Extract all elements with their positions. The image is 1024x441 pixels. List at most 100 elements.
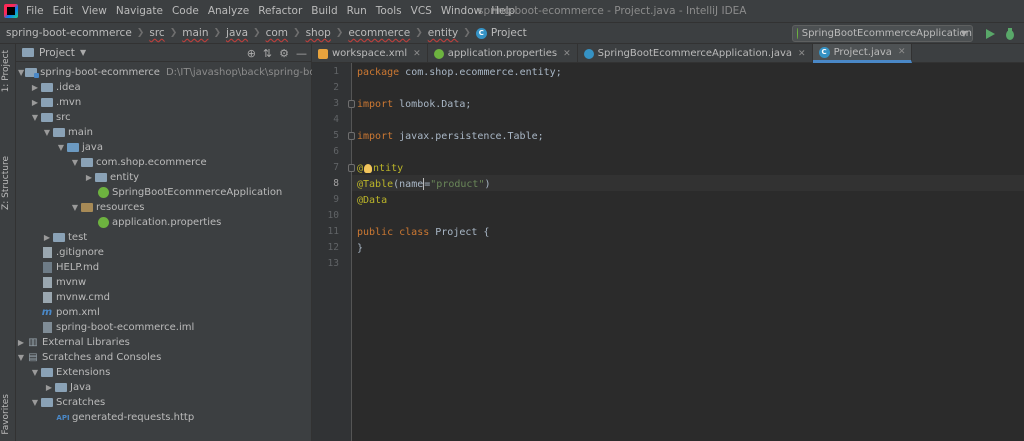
breadcrumb-item-entity[interactable]: entity ❯	[428, 27, 476, 39]
menu-code[interactable]: Code	[172, 5, 199, 17]
hide-icon[interactable]: —	[296, 47, 307, 60]
menu-refactor[interactable]: Refactor	[258, 5, 302, 17]
tree-item-label: Extensions	[56, 367, 111, 378]
tab-spring-boot-application[interactable]: SpringBootEcommerceApplication.java ✕	[578, 44, 813, 63]
tab-project-java[interactable]: C Project.java ✕	[812, 44, 913, 63]
collapse-arrow-icon[interactable]: ▶	[44, 383, 54, 392]
tree-item-pom-xml[interactable]: m pom.xml	[16, 305, 312, 320]
expand-arrow-icon[interactable]: ▼	[18, 68, 24, 77]
tool-tab-favorites[interactable]: Favorites	[1, 394, 11, 435]
expand-arrow-icon[interactable]: ▼	[56, 143, 66, 152]
menu-edit[interactable]: Edit	[53, 5, 73, 17]
tab-application-properties[interactable]: application.properties ✕	[428, 44, 578, 63]
close-icon[interactable]: ✕	[563, 49, 571, 59]
tree-item-application-properties[interactable]: application.properties	[16, 215, 312, 230]
menu-build[interactable]: Build	[311, 5, 337, 17]
menu-file[interactable]: File	[26, 5, 44, 17]
tree-item-iml[interactable]: spring-boot-ecommerce.iml	[16, 320, 312, 335]
fold-marker-icon[interactable]	[348, 100, 355, 108]
tree-item-label: generated-requests.http	[72, 412, 195, 423]
menu-run[interactable]: Run	[347, 5, 367, 17]
code-editor[interactable]: package com.shop.ecommerce.entity; impor…	[357, 63, 1024, 441]
expand-arrow-icon[interactable]: ▼	[30, 398, 40, 407]
collapse-arrow-icon[interactable]: ▶	[16, 338, 26, 347]
tree-item-help-md[interactable]: HELP.md	[16, 260, 312, 275]
breadcrumb-item-com[interactable]: com ❯	[266, 27, 306, 39]
tree-item-java[interactable]: ▼ java	[16, 140, 312, 155]
tree-item-mvn[interactable]: ▶ .mvn	[16, 95, 312, 110]
tree-item-gitignore[interactable]: .gitignore	[16, 245, 312, 260]
tree-item-application-class[interactable]: SpringBootEcommerceApplication	[16, 185, 312, 200]
collapse-all-icon[interactable]: ⇅	[263, 47, 272, 60]
debug-icon[interactable]	[1003, 27, 1017, 41]
tree-item-label: pom.xml	[56, 307, 100, 318]
line-number: 9	[333, 194, 339, 205]
editor-gutter: 1 2 3 4 5 6 7 8 9 10 11 12 13	[312, 63, 352, 441]
expand-arrow-icon[interactable]: ▼	[42, 128, 52, 137]
breadcrumb-item-shop[interactable]: shop ❯	[306, 27, 349, 39]
gear-icon[interactable]: ⚙	[279, 47, 289, 60]
file-icon	[42, 247, 52, 258]
tree-item-resources[interactable]: ▼ resources	[16, 200, 312, 215]
breadcrumb-label: spring-boot-ecommerce	[6, 27, 132, 39]
tree-item-external-libraries[interactable]: ▶ ▥ External Libraries	[16, 335, 312, 350]
breadcrumb-item-class[interactable]: C Project	[475, 27, 527, 39]
tree-item-root[interactable]: ▼ spring-boot-ecommerce D:\IT\javashop\b…	[16, 65, 347, 80]
tree-item-extensions[interactable]: ▼ Extensions	[16, 365, 312, 380]
tree-item-scratches-consoles[interactable]: ▼ ▤ Scratches and Consoles	[16, 350, 312, 365]
close-icon[interactable]: ✕	[413, 49, 421, 59]
breadcrumb-item-java[interactable]: java ❯	[226, 27, 266, 39]
breadcrumb-item-ecommerce[interactable]: ecommerce ❯	[348, 27, 427, 39]
tree-item-mvnw-cmd[interactable]: mvnw.cmd	[16, 290, 312, 305]
menu-window[interactable]: Window	[441, 5, 482, 17]
close-icon[interactable]: ✕	[898, 47, 906, 57]
expand-arrow-icon[interactable]: ▼	[70, 203, 80, 212]
fold-marker-icon[interactable]	[348, 132, 355, 140]
tree-item-generated-requests[interactable]: API generated-requests.http	[16, 410, 312, 425]
folder-icon	[41, 398, 53, 407]
chevron-down-icon[interactable]: ▼	[80, 48, 86, 57]
tab-workspace-xml[interactable]: workspace.xml ✕	[312, 44, 428, 63]
tree-item-mvnw[interactable]: mvnw	[16, 275, 312, 290]
tool-tab-project[interactable]: 1: Project	[1, 50, 11, 92]
tree-item-package[interactable]: ▼ com.shop.ecommerce	[16, 155, 312, 170]
collapse-arrow-icon[interactable]: ▶	[30, 98, 40, 107]
locate-icon[interactable]: ⊕	[247, 47, 256, 60]
lightbulb-icon[interactable]	[364, 163, 373, 173]
run-configuration-select[interactable]: SpringBootEcommerceApplication ▼	[792, 25, 973, 42]
tree-item-main[interactable]: ▼ main	[16, 125, 312, 140]
menu-tools[interactable]: Tools	[376, 5, 402, 17]
breadcrumb-item-main[interactable]: main ❯	[182, 27, 226, 39]
collapse-arrow-icon[interactable]: ▶	[84, 173, 94, 182]
expand-arrow-icon[interactable]: ▼	[30, 113, 40, 122]
line-number: 6	[333, 146, 339, 157]
tree-item-scratches[interactable]: ▼ Scratches	[16, 395, 312, 410]
breadcrumb-item-project[interactable]: spring-boot-ecommerce ❯	[6, 27, 149, 39]
tree-item-label: spring-boot-ecommerce.iml	[56, 322, 195, 333]
chevron-right-icon: ❯	[136, 28, 145, 38]
run-icon[interactable]	[983, 27, 997, 41]
tree-item-label: HELP.md	[56, 262, 100, 273]
project-panel-title[interactable]: Project	[39, 47, 75, 59]
menu-vcs[interactable]: VCS	[411, 5, 432, 17]
close-icon[interactable]: ✕	[798, 49, 806, 59]
tree-item-test[interactable]: ▶ test	[16, 230, 312, 245]
chevron-right-icon: ❯	[415, 28, 423, 38]
expand-arrow-icon[interactable]: ▼	[70, 158, 80, 167]
code-text: }	[357, 242, 364, 254]
tree-item-label: Scratches	[56, 397, 106, 408]
expand-arrow-icon[interactable]: ▼	[30, 368, 40, 377]
collapse-arrow-icon[interactable]: ▶	[30, 83, 40, 92]
tree-item-src[interactable]: ▼ src	[16, 110, 312, 125]
tree-item-entity[interactable]: ▶ entity	[16, 170, 312, 185]
tree-item-idea[interactable]: ▶ .idea	[16, 80, 312, 95]
tree-item-extensions-java[interactable]: ▶ Java	[16, 380, 312, 395]
tool-tab-structure[interactable]: Z: Structure	[1, 156, 11, 210]
menu-view[interactable]: View	[82, 5, 107, 17]
menu-analyze[interactable]: Analyze	[208, 5, 249, 17]
menu-navigate[interactable]: Navigate	[116, 5, 163, 17]
collapse-arrow-icon[interactable]: ▶	[42, 233, 52, 242]
breadcrumb-item-src[interactable]: src ❯	[149, 27, 182, 39]
fold-marker-icon[interactable]	[348, 164, 355, 172]
expand-arrow-icon[interactable]: ▼	[16, 353, 26, 362]
